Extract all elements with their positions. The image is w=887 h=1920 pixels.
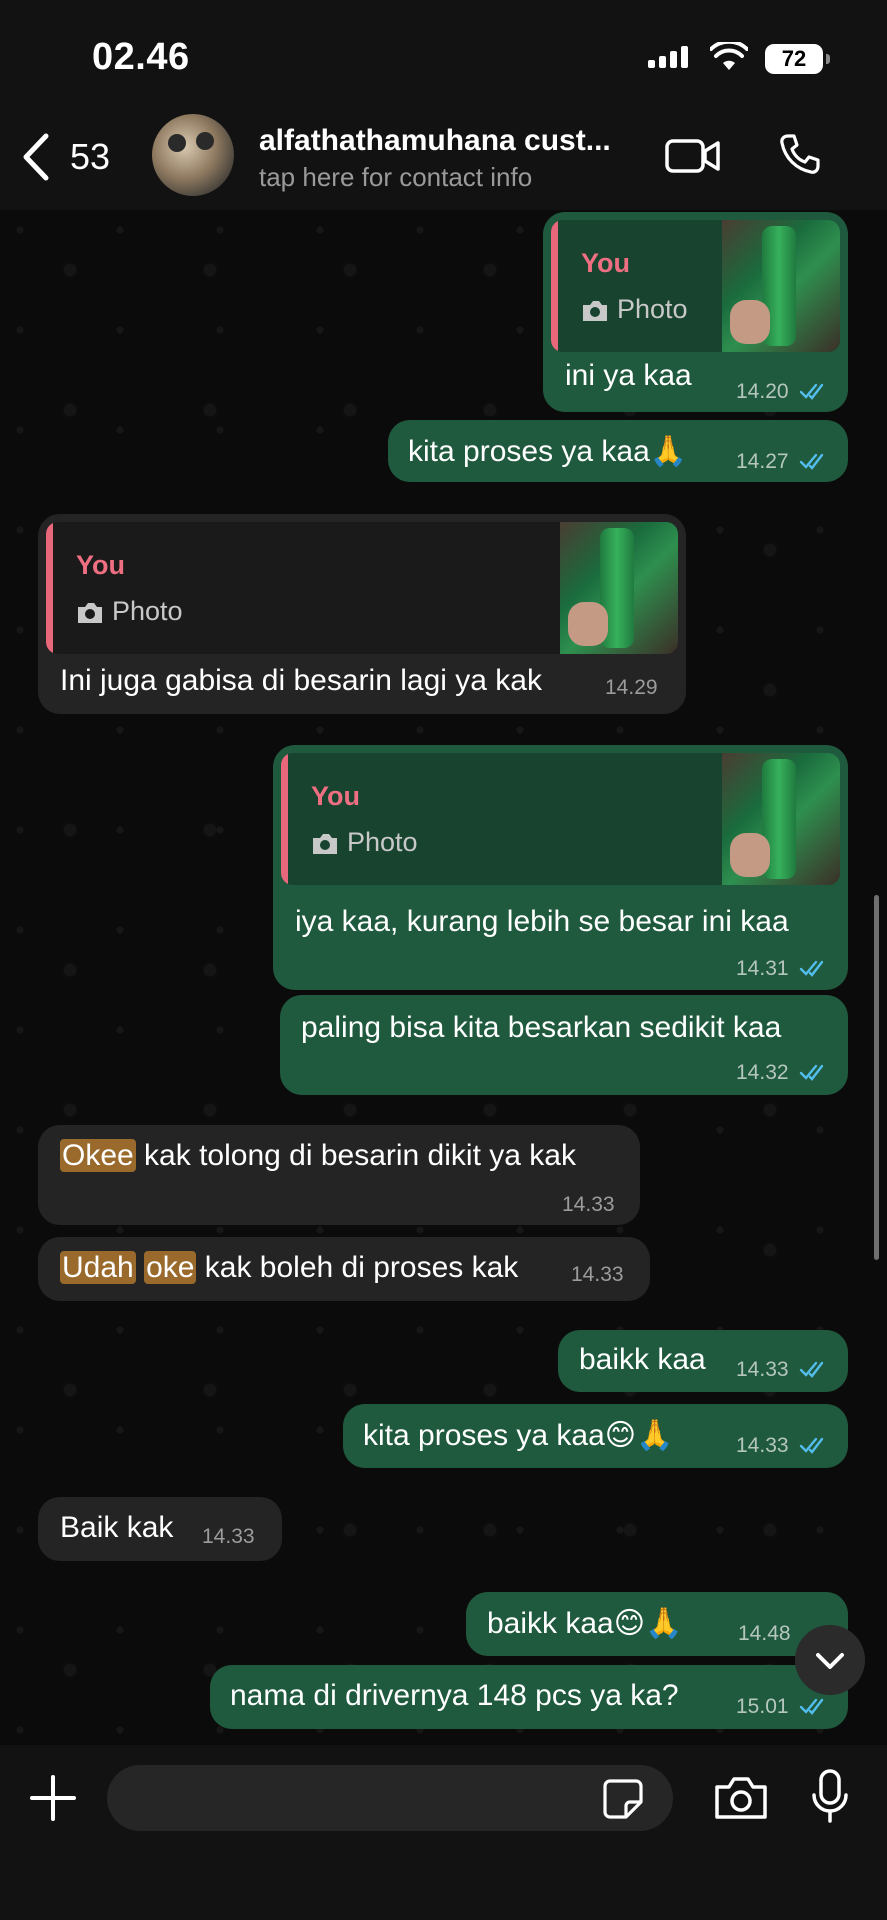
message-bubble-outgoing[interactable]: kita proses ya kaa🙏 14.27 [388, 420, 848, 482]
quote-type: Photo [112, 596, 183, 626]
video-call-icon[interactable] [665, 136, 721, 176]
quote-accent-bar [551, 220, 558, 352]
phone-icon[interactable] [778, 132, 822, 176]
message-text: Ini juga gabisa di besarin lagi ya kak [60, 664, 542, 697]
quote-author: You [311, 781, 360, 811]
message-time: 14.27 [736, 450, 789, 473]
message-text: iya kaa, kurang lebih se besar ini kaa [295, 905, 789, 938]
message-bubble-outgoing[interactable]: paling bisa kita besarkan sedikit kaa 14… [280, 995, 848, 1095]
scrollbar[interactable] [874, 895, 879, 1260]
message-bubble-outgoing[interactable]: baikk kaa😊🙏 14.48 [466, 1592, 848, 1656]
message-text-rest: kak tolong di besarin dikit ya kak [135, 1139, 576, 1172]
composer-bar [0, 1745, 887, 1920]
read-receipt-icon [799, 1437, 824, 1454]
quote-author: You [581, 248, 630, 278]
quoted-message[interactable]: You Photo [281, 753, 840, 885]
message-text: paling bisa kita besarkan sedikit kaa [301, 1011, 782, 1044]
message-bubble-outgoing[interactable]: baikk kaa 14.33 [558, 1330, 848, 1392]
photo-thumbnail[interactable] [560, 522, 678, 654]
read-receipt-icon [799, 960, 824, 977]
photo-thumbnail[interactable] [722, 753, 840, 885]
message-time: 14.33 [562, 1193, 615, 1216]
quote-author: You [76, 550, 125, 580]
microphone-icon[interactable] [810, 1769, 850, 1825]
message-text: kita proses ya kaa🙏 [408, 435, 688, 468]
read-receipt-icon [799, 1698, 824, 1715]
message-text: baikk kaa [579, 1343, 706, 1376]
plus-icon[interactable] [28, 1773, 78, 1823]
message-text: ini ya kaa [565, 359, 692, 392]
message-bubble-incoming[interactable]: Udah oke kak boleh di proses kak 14.33 [38, 1237, 650, 1301]
search-highlight: Udah [60, 1251, 136, 1284]
wifi-icon [710, 42, 748, 70]
status-bar: 02.46 72 [0, 0, 887, 110]
contact-subtitle[interactable]: tap here for contact info [259, 162, 532, 193]
message-time: 15.01 [736, 1695, 789, 1718]
message-text: Baik kak [60, 1511, 174, 1544]
message-text: kita proses ya kaa😊🙏 [363, 1419, 674, 1452]
message-time: 14.48 [738, 1622, 791, 1645]
message-time: 14.33 [736, 1434, 789, 1457]
chevron-left-icon[interactable] [16, 128, 56, 186]
unread-count[interactable]: 53 [70, 136, 110, 178]
search-highlight: oke [144, 1251, 197, 1284]
camera-icon [78, 603, 102, 623]
message-time: 14.31 [736, 957, 789, 980]
photo-thumbnail[interactable] [722, 220, 840, 352]
sticker-icon[interactable] [602, 1778, 644, 1820]
message-bubble-incoming[interactable]: Baik kak 14.33 [38, 1497, 282, 1561]
contact-name[interactable]: alfathathamuhana cust... [259, 124, 611, 158]
message-text: baikk kaa😊🙏 [487, 1607, 683, 1640]
message-text-rest: kak boleh di proses kak [196, 1251, 519, 1284]
message-time: 14.32 [736, 1061, 789, 1084]
message-bubble-outgoing[interactable]: nama di drivernya 148 pcs ya ka? 15.01 [210, 1665, 848, 1729]
message-bubble-outgoing[interactable]: You Photo ini ya kaa 14.20 [543, 212, 848, 412]
quote-type: Photo [617, 294, 688, 324]
message-time: 14.33 [736, 1358, 789, 1381]
read-receipt-icon [799, 383, 824, 400]
scroll-to-bottom-button[interactable] [795, 1625, 865, 1695]
chat-header: 53 alfathathamuhana cust... tap here for… [0, 110, 887, 210]
message-time: 14.29 [605, 676, 658, 699]
camera-icon [583, 301, 607, 321]
camera-icon [313, 834, 337, 854]
quoted-message[interactable]: You Photo [551, 220, 840, 352]
message-time: 14.33 [202, 1525, 255, 1548]
quote-accent-bar [281, 753, 288, 885]
battery-indicator: 72 [765, 44, 830, 74]
message-time: 14.20 [736, 380, 789, 403]
message-bubble-outgoing[interactable]: You Photo iya kaa, kurang lebih se besar… [273, 745, 848, 990]
search-highlight: Okee [60, 1139, 136, 1172]
quoted-message[interactable]: You Photo [46, 522, 678, 654]
cellular-signal-icon [648, 46, 690, 68]
message-input[interactable] [107, 1765, 673, 1831]
message-bubble-incoming[interactable]: Okee kak tolong di besarin dikit ya kak … [38, 1125, 640, 1225]
camera-icon[interactable] [713, 1775, 769, 1821]
status-time: 02.46 [92, 36, 190, 78]
message-time: 14.33 [571, 1263, 624, 1286]
message-text: Udah oke kak boleh di proses kak [60, 1251, 518, 1285]
avatar[interactable] [152, 114, 234, 196]
read-receipt-icon [799, 1361, 824, 1378]
quote-accent-bar [46, 522, 53, 654]
quote-type: Photo [347, 827, 418, 857]
message-text: Okee kak tolong di besarin dikit ya kak [60, 1139, 576, 1173]
message-bubble-outgoing[interactable]: kita proses ya kaa😊🙏 14.33 [343, 1404, 848, 1468]
message-bubble-incoming[interactable]: You Photo Ini juga gabisa di besarin lag… [38, 514, 686, 714]
message-text: nama di drivernya 148 pcs ya ka? [230, 1679, 679, 1712]
message-list[interactable]: You Photo ini ya kaa 14.20 kita proses y… [0, 210, 887, 1745]
read-receipt-icon [799, 453, 824, 470]
read-receipt-icon [799, 1064, 824, 1081]
